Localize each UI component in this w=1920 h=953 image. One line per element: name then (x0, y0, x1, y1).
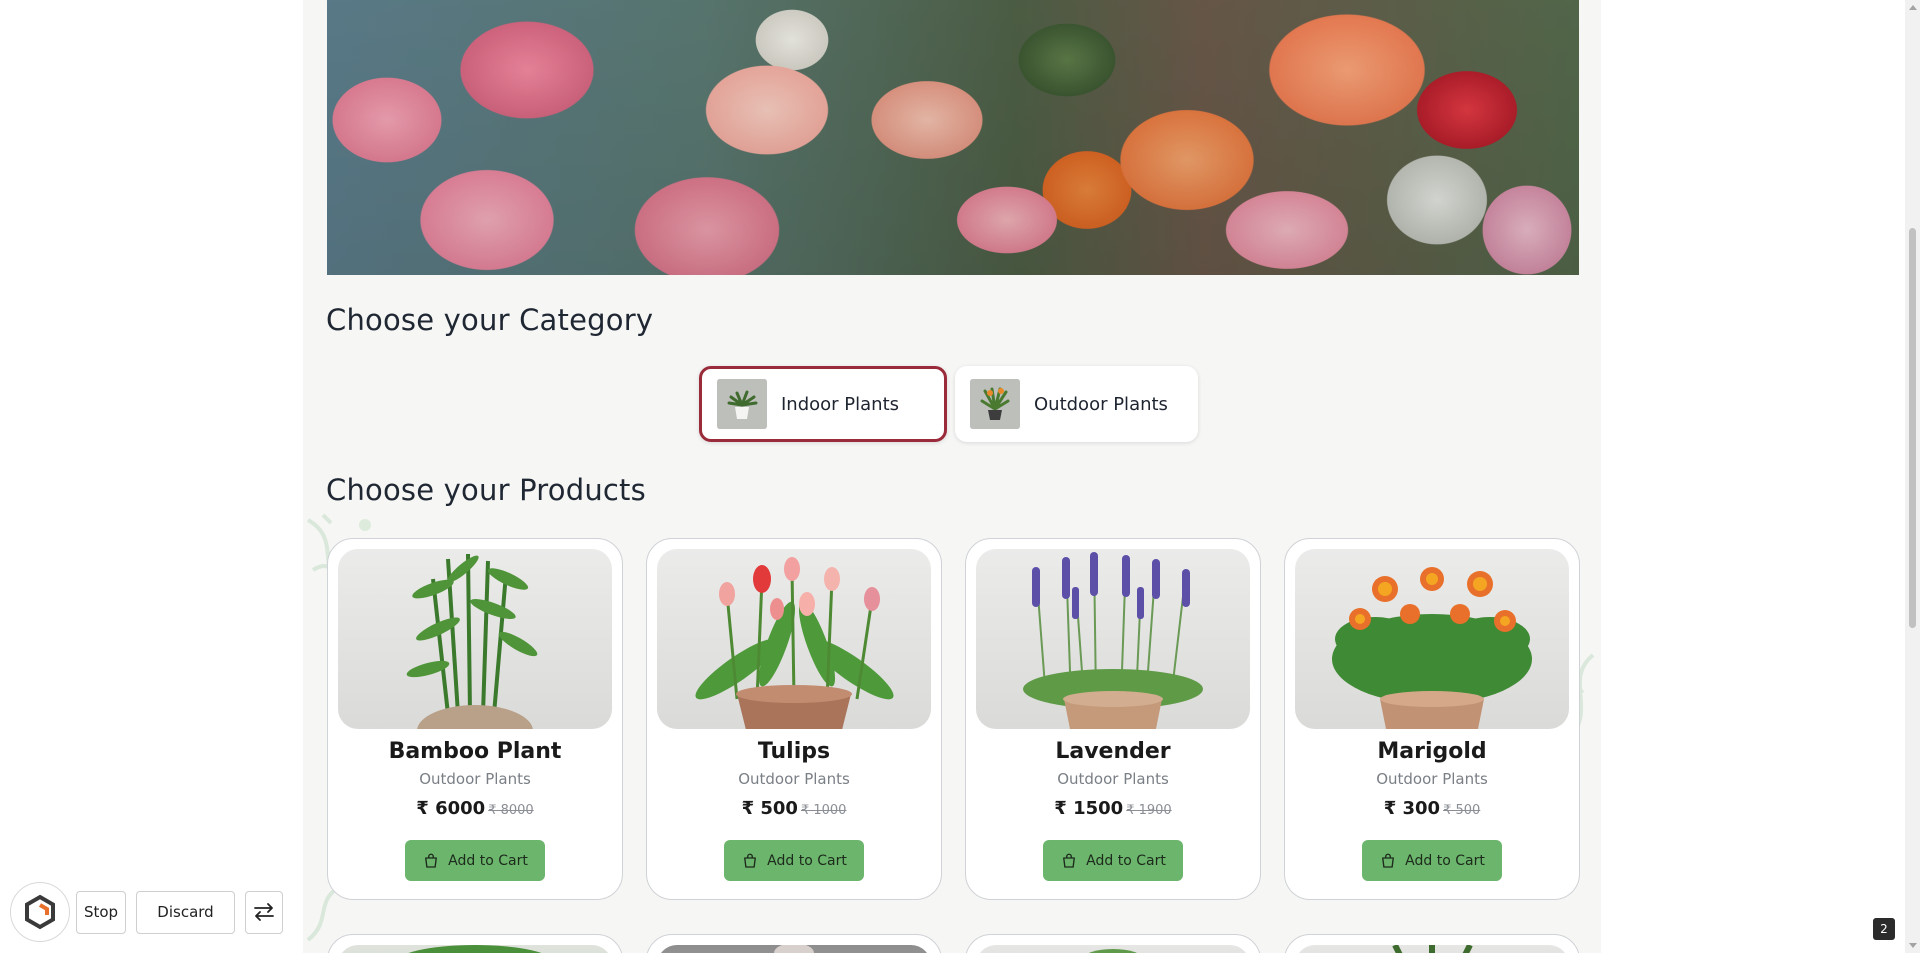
shopping-bag-icon (425, 853, 438, 868)
tulips-image (657, 549, 931, 729)
page-scrollbar[interactable] (1905, 0, 1920, 953)
hero-banner-image (327, 0, 1579, 275)
original-price: ₹ 1900 (1126, 803, 1172, 818)
swap-button[interactable] (245, 890, 283, 934)
shopping-bag-icon (744, 853, 757, 868)
product-image (1295, 945, 1569, 953)
category-outdoor-plants[interactable]: Outdoor Plants (955, 366, 1198, 442)
swap-arrows-icon (254, 903, 274, 921)
category-section-title: Choose your Category (326, 303, 654, 337)
outdoor-plant-thumbnail (970, 379, 1020, 429)
add-to-cart-button[interactable]: Add to Cart (1043, 840, 1183, 881)
add-to-cart-button[interactable]: Add to Cart (1362, 840, 1502, 881)
bamboo-plant-image (338, 549, 612, 729)
product-image (976, 945, 1250, 953)
page-counter-badge: 2 (1873, 918, 1895, 940)
add-to-cart-button[interactable]: Add to Cart (405, 840, 545, 881)
category-label: Outdoor Plants (1034, 393, 1168, 415)
product-category: Outdoor Plants (419, 770, 531, 788)
product-category: Outdoor Plants (1376, 770, 1488, 788)
recorder-toolbar: Stop Discard (10, 882, 293, 942)
scrollbar-thumb[interactable] (1909, 228, 1916, 628)
discard-button[interactable]: Discard (136, 890, 235, 934)
indoor-plant-thumbnail (717, 379, 767, 429)
product-name: Bamboo Plant (388, 739, 562, 764)
product-card[interactable] (1284, 934, 1580, 953)
product-name: Marigold (1377, 739, 1487, 764)
original-price: ₹ 8000 (488, 803, 534, 818)
product-image (657, 945, 931, 953)
scroll-up-arrow-icon[interactable] (1909, 5, 1917, 10)
product-image (338, 945, 612, 953)
product-price: ₹ 500 ₹ 1000 (741, 798, 847, 819)
category-indoor-plants[interactable]: Indoor Plants (699, 366, 947, 442)
category-label: Indoor Plants (781, 393, 900, 415)
scroll-down-arrow-icon[interactable] (1909, 943, 1917, 948)
category-list: Indoor Plants Outdoor Plants (303, 366, 1601, 442)
product-card[interactable]: Lavender Outdoor Plants ₹ 1500 ₹ 1900 Add… (965, 538, 1261, 900)
original-price: ₹ 1000 (800, 803, 847, 818)
product-price: ₹ 1500 ₹ 1900 (1054, 798, 1172, 819)
original-price: ₹ 500 (1443, 803, 1481, 818)
product-card[interactable] (646, 934, 942, 953)
product-price: ₹ 300 ₹ 500 (1383, 798, 1481, 819)
product-card[interactable]: Bamboo Plant Outdoor Plants ₹ 6000 ₹ 8000… (327, 538, 623, 900)
product-category: Outdoor Plants (1057, 770, 1169, 788)
shopping-bag-icon (1382, 853, 1395, 868)
product-card[interactable] (965, 934, 1261, 953)
shopping-bag-icon (1063, 853, 1076, 868)
product-card[interactable]: Marigold Outdoor Plants ₹ 300 ₹ 500 Add t… (1284, 538, 1580, 900)
stop-button[interactable]: Stop (76, 890, 126, 934)
product-price: ₹ 6000 ₹ 8000 (416, 798, 534, 819)
product-category: Outdoor Plants (738, 770, 850, 788)
product-card[interactable] (327, 934, 623, 953)
recorder-logo-icon[interactable] (10, 882, 70, 942)
products-section-title: Choose your Products (326, 473, 646, 507)
marigold-image (1295, 549, 1569, 729)
product-card[interactable]: Tulips Outdoor Plants ₹ 500 ₹ 1000 Add to… (646, 538, 942, 900)
lavender-image (976, 549, 1250, 729)
add-to-cart-button[interactable]: Add to Cart (724, 840, 864, 881)
product-name: Tulips (757, 739, 831, 764)
product-name: Lavender (1055, 739, 1171, 764)
page-content: Choose your Category Indoor Plants Outdo… (303, 0, 1601, 953)
